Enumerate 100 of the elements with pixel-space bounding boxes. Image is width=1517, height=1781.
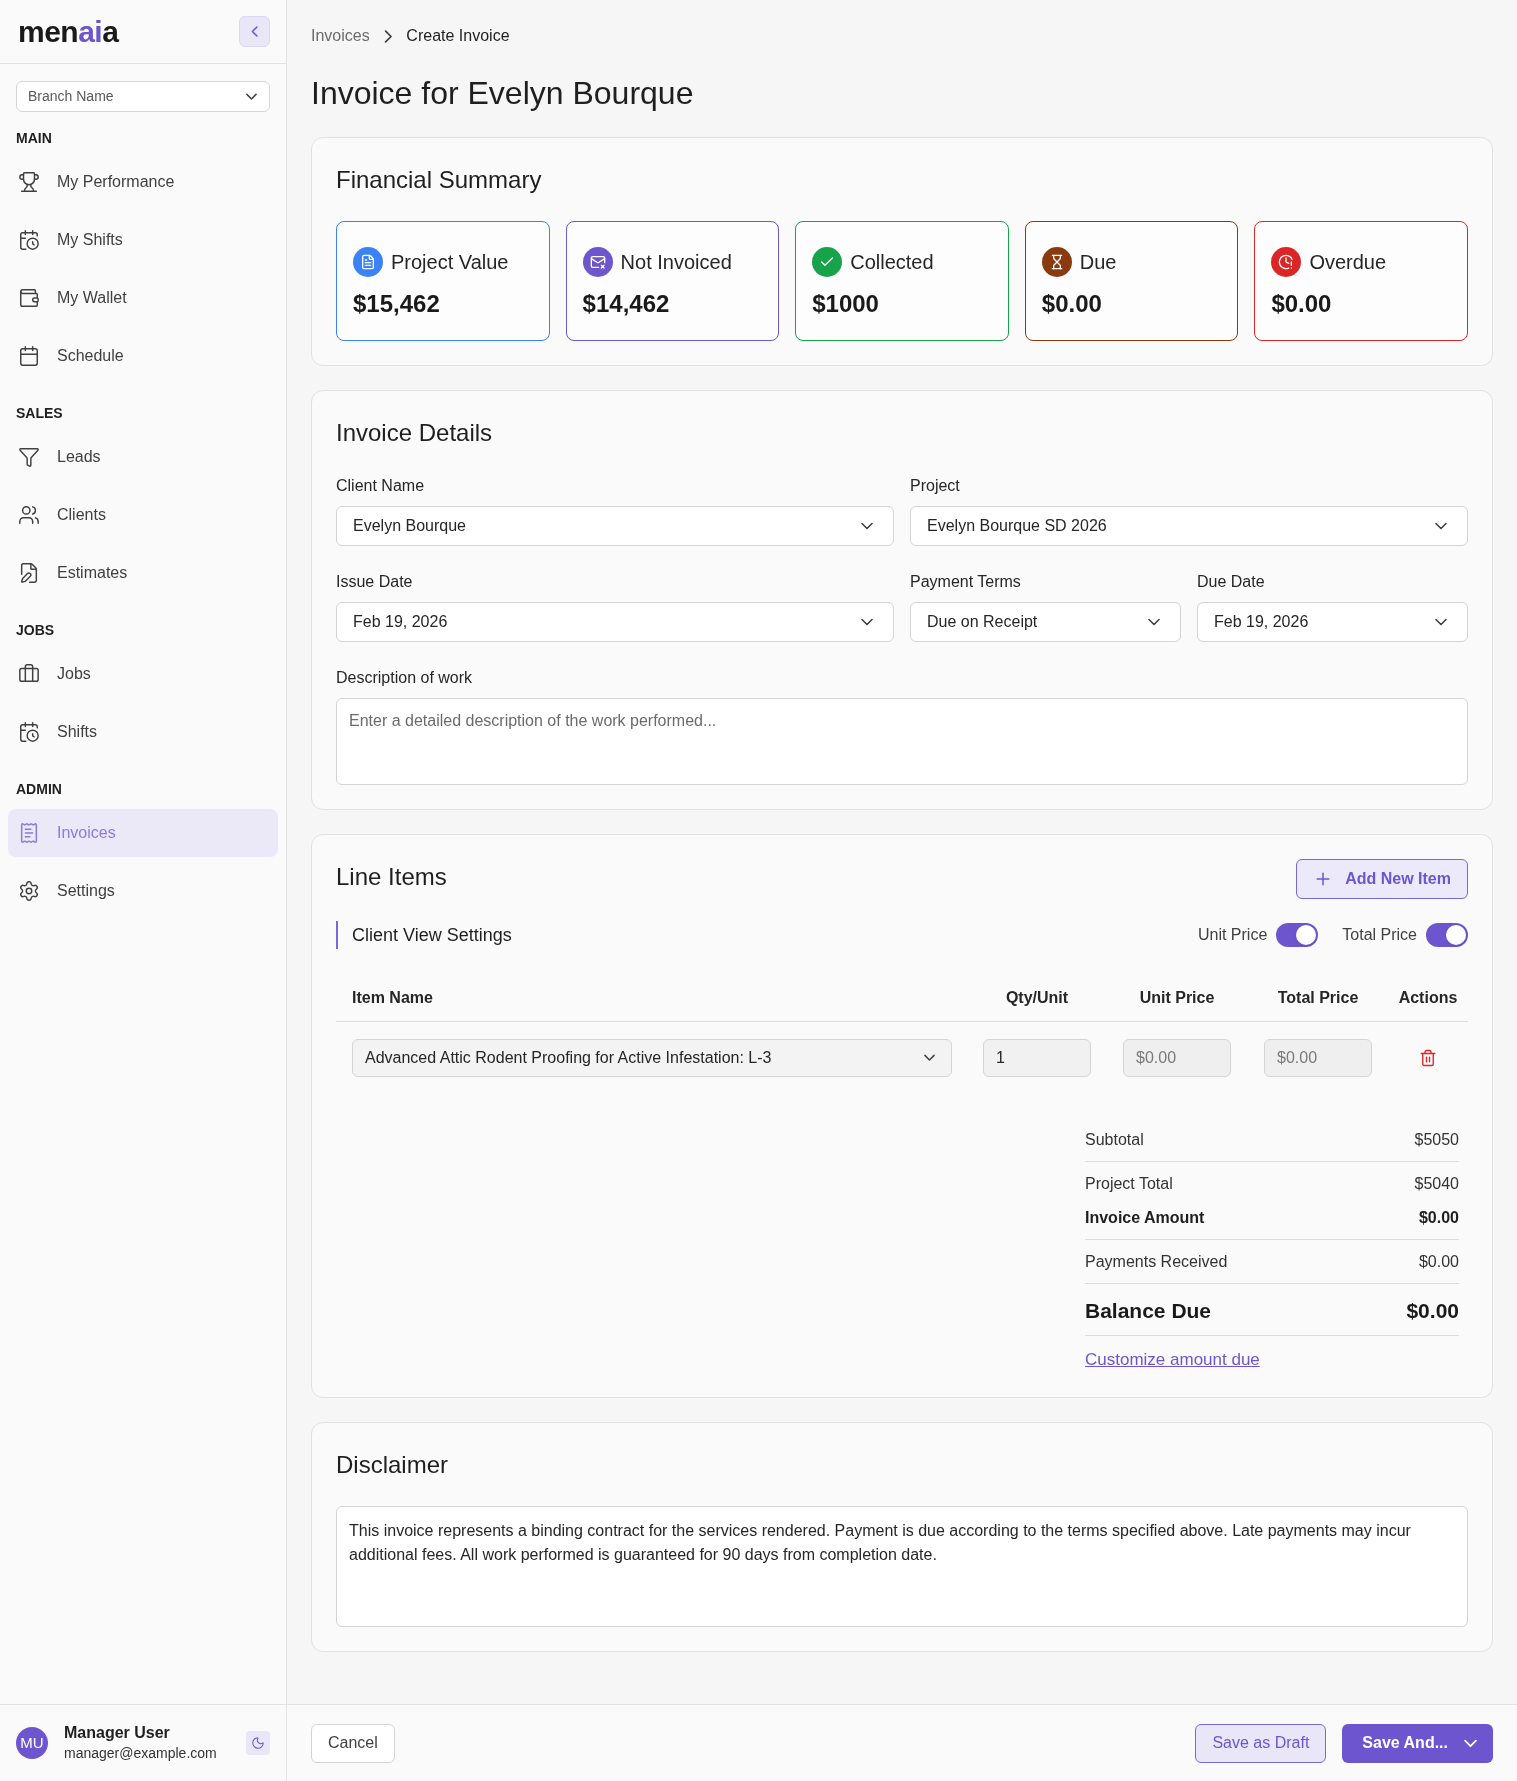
item-dropdown[interactable]: Advanced Attic Rodent Proofing for Active Infestation: L-3 [352, 1039, 952, 1077]
sidebar-item[interactable]: Jobs [8, 650, 278, 698]
total-value: $0.00 [1418, 1252, 1459, 1272]
customize-amount-link[interactable]: Customize amount due [1085, 1347, 1260, 1373]
sidebar-item[interactable]: Estimates [8, 549, 278, 597]
sidebar-item[interactable]: My Performance [8, 158, 278, 206]
trash-icon[interactable] [1419, 1049, 1437, 1067]
section-heading: SALES [16, 404, 63, 423]
file-pen-icon [18, 562, 40, 584]
sidebar-item[interactable]: My Wallet [8, 274, 278, 322]
total-price-input[interactable]: $0.00 [1264, 1039, 1372, 1077]
calendar-icon [18, 345, 40, 367]
field-label: Issue Date [336, 572, 413, 592]
section-heading: JOBS [16, 621, 55, 640]
add-new-item-button[interactable]: Add New Item [1296, 859, 1468, 899]
total-value: $5040 [1414, 1174, 1459, 1194]
stat-label: Due [1079, 250, 1117, 275]
chevron-down-icon [1435, 522, 1447, 530]
save-and-button[interactable]: Save And... [1342, 1723, 1493, 1763]
sidebar-item[interactable]: My Shifts [8, 216, 278, 264]
chevron-left-icon [250, 26, 259, 37]
dropdown[interactable]: Evelyn Bourque [336, 506, 894, 546]
chevron-down-icon [246, 92, 257, 101]
sidebar-item[interactable]: Schedule [8, 332, 278, 380]
save-as-draft-button[interactable]: Save as Draft [1195, 1723, 1327, 1763]
dropdown[interactable]: Evelyn Bourque SD 2026 [910, 506, 1468, 546]
calendar-clock-icon [18, 721, 40, 743]
toggle-switch[interactable] [1276, 923, 1319, 947]
dropdown[interactable]: Feb 19, 2026 [1197, 602, 1468, 642]
field-label: Project [910, 476, 960, 496]
stat-value: $0.00 [1271, 289, 1332, 319]
chevron-down-icon [1148, 618, 1160, 626]
stat-value: $0.00 [1041, 289, 1102, 319]
field-label: Client Name [336, 476, 425, 496]
breadcrumb-link[interactable]: Invoices [311, 24, 370, 48]
user-avatar: MU [16, 1727, 48, 1759]
total-label: Subtotal [1085, 1130, 1144, 1150]
user-email: manager@example.com [64, 1744, 217, 1763]
stat-label: Not Invoiced [620, 250, 732, 275]
user-name: Manager User [64, 1723, 171, 1743]
total-label: Payments Received [1085, 1252, 1228, 1272]
column-header: Qty/Unit [1005, 987, 1069, 1008]
unit-price-input[interactable]: $0.00 [1123, 1039, 1231, 1077]
dark-mode-button[interactable] [246, 1731, 270, 1755]
sidebar-item[interactable]: Settings [8, 867, 278, 915]
funnel-icon [18, 446, 40, 468]
qty-input[interactable]: 1 [983, 1039, 1091, 1077]
moon-icon [251, 1736, 265, 1750]
column-header: Total Price [1277, 987, 1359, 1008]
stat-label: Collected [850, 250, 934, 275]
sidebar-item[interactable]: Shifts [8, 708, 278, 756]
section-title: Disclaimer [336, 1449, 448, 1480]
section-heading: ADMIN [16, 780, 62, 799]
field-label: Payment Terms [910, 572, 1021, 592]
stat-label: Overdue [1309, 250, 1387, 275]
total-label: Project Total [1085, 1174, 1173, 1194]
calendar-clock-icon [18, 229, 40, 251]
description-field[interactable]: Enter a detailed description of the work performed... [336, 698, 1468, 785]
total-value: $0.00 [1418, 1208, 1459, 1228]
toggle-switch[interactable] [1426, 923, 1468, 947]
total-value: $5050 [1414, 1130, 1459, 1150]
section-heading: MAIN [16, 129, 52, 148]
chevron-down-icon [924, 1054, 935, 1062]
field-label: Due Date [1197, 572, 1265, 592]
section-title: Line Items [336, 862, 447, 892]
client-view-settings-heading: Client View Settings [336, 921, 512, 949]
column-header: Item Name [352, 988, 433, 1006]
stat-value: $14,462 [582, 289, 670, 319]
section-title: Financial Summary [336, 165, 543, 195]
logo: menaia [18, 16, 119, 47]
stat-label: Project Value [391, 250, 509, 275]
column-header: Actions [1398, 987, 1458, 1008]
sidebar-item[interactable]: Clients [8, 491, 278, 539]
chevron-down-icon [1464, 1738, 1477, 1748]
column-header: Unit Price [1139, 987, 1215, 1008]
page-title: Invoice for Evelyn Bourque [311, 74, 694, 113]
field-label: Description of work [336, 668, 473, 688]
users-icon [18, 504, 40, 526]
disclaimer-field[interactable]: This invoice represents a binding contract for the services rendered. Payment is due according to the terms specified above. Late payments may incur additional fees. All work performed is guaranteed for 90 days from completion date. [336, 1505, 1468, 1627]
dropdown[interactable]: Due on Receipt [910, 602, 1181, 642]
stat-value: $15,462 [353, 289, 440, 319]
trophy-icon [18, 171, 40, 193]
section-title: Invoice Details [336, 418, 493, 448]
chevron-down-icon [861, 522, 873, 530]
chevron-right-icon [383, 29, 393, 43]
dropdown[interactable]: Feb 19, 2026 [336, 602, 894, 642]
toggle-label: Unit Price [1197, 925, 1268, 945]
branch-dropdown[interactable]: Branch Name [16, 81, 270, 112]
sidebar-item[interactable]: Leads [8, 433, 278, 481]
total-label: Balance Due [1085, 1298, 1212, 1324]
current-page-label: Create Invoice [406, 26, 510, 46]
chevron-down-icon [1435, 618, 1447, 626]
toggle-label: Total Price [1342, 925, 1417, 945]
settings-icon [18, 880, 40, 902]
chevron-down-icon [861, 618, 873, 626]
briefcase-icon [18, 663, 40, 685]
cancel-button[interactable]: Cancel [311, 1723, 395, 1763]
total-value: $0.00 [1406, 1298, 1459, 1324]
receipt-icon [18, 822, 40, 844]
total-label: Invoice Amount [1085, 1208, 1205, 1228]
